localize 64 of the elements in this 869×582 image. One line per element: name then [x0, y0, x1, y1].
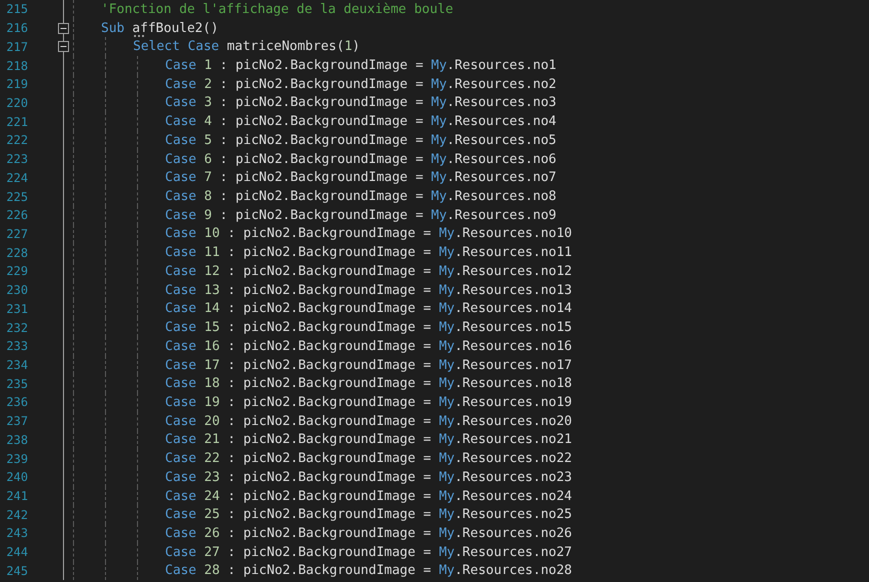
collapse-icon[interactable]: [58, 41, 69, 52]
code-line: Case 12 : picNo2.BackgroundImage = My.Resources.no12: [165, 264, 572, 278]
line-number: 217: [5, 40, 28, 53]
code-line: Case 28 : picNo2.BackgroundImage = My.Resources.no28: [165, 564, 572, 578]
code-line: Case 8 : picNo2.BackgroundImage = My.Resources.no8: [165, 190, 556, 204]
line-number: 227: [5, 228, 28, 240]
code-line: Case 10 : picNo2.BackgroundImage = My.Resources.no10: [165, 227, 572, 240]
code-line: Case 6 : picNo2.BackgroundImage = My.Resources.no6: [165, 152, 556, 166]
code-line: Case 21 : picNo2.BackgroundImage = My.Resources.no21: [165, 433, 572, 446]
code-line: Case 7 : picNo2.BackgroundImage = My.Resources.no7: [165, 171, 556, 184]
code-line: Case 19 : picNo2.BackgroundImage = My.Resources.no19: [165, 396, 572, 409]
line-number: 231: [5, 302, 28, 315]
line-number: 237: [5, 415, 28, 428]
line-number: 230: [5, 284, 28, 296]
line-number: 228: [5, 246, 28, 259]
code-line: Case 11 : picNo2.BackgroundImage = My.Resources.no11: [165, 246, 572, 260]
code-line: Case 17 : picNo2.BackgroundImage = My.Resources.no17: [165, 358, 572, 372]
collapse-icon[interactable]: [58, 22, 69, 34]
line-number: 218: [5, 60, 28, 72]
code-line: Case 2 : picNo2.BackgroundImage = My.Resources.no2: [165, 78, 556, 91]
line-number: 245: [5, 564, 28, 577]
line-number: 243: [5, 527, 28, 540]
code-line: Case 22 : picNo2.BackgroundImage = My.Resources.no22: [165, 452, 572, 466]
line-number: 222: [5, 134, 28, 146]
code-line: Case 5 : picNo2.BackgroundImage = My.Resources.no5: [165, 134, 556, 147]
line-number: 244: [5, 546, 28, 558]
line-number: 240: [5, 471, 28, 484]
code-line: Case 1 : picNo2.BackgroundImage = My.Resources.no1: [165, 59, 556, 72]
line-number: 215: [5, 3, 28, 16]
line-number: 239: [5, 452, 28, 465]
line-number: 216: [5, 22, 28, 34]
line-number: 235: [5, 378, 28, 390]
code-line: Case 25 : picNo2.BackgroundImage = My.Resources.no25: [165, 508, 572, 522]
code-line: Case 27 : picNo2.BackgroundImage = My.Resources.no27: [165, 546, 572, 559]
code-line: Case 9 : picNo2.BackgroundImage = My.Resources.no9: [165, 208, 556, 222]
line-number: 234: [5, 359, 28, 372]
code-line: Select Case matriceNombres(1): [133, 40, 360, 54]
code-line: Case 4 : picNo2.BackgroundImage = My.Resources.no4: [165, 115, 556, 128]
line-number: 223: [5, 153, 28, 166]
line-number: 219: [5, 78, 28, 90]
code-line: Case 15 : picNo2.BackgroundImage = My.Resources.no15: [165, 321, 572, 334]
code-line: Case 20 : picNo2.BackgroundImage = My.Resources.no20: [165, 414, 572, 428]
code-comment: 'Fonction de l'affichage de la deuxième boule: [101, 2, 454, 16]
line-number: 224: [5, 172, 28, 184]
line-number: 241: [5, 490, 28, 502]
code-line: Case 23 : picNo2.BackgroundImage = My.Resources.no23: [165, 470, 572, 484]
line-number: 236: [5, 396, 28, 408]
code-line: Case 18 : picNo2.BackgroundImage = My.Resources.no18: [165, 377, 572, 390]
line-number: 220: [5, 96, 28, 109]
line-number: 226: [5, 209, 28, 222]
code-line: Case 14 : picNo2.BackgroundImage = My.Resources.no14: [165, 302, 572, 316]
line-number: 238: [5, 434, 28, 446]
line-number: 232: [5, 322, 28, 334]
code-line: Case 3 : picNo2.BackgroundImage = My.Resources.no3: [165, 96, 556, 110]
code-line: Sub affBoule2(): [101, 22, 218, 35]
line-number: 233: [5, 340, 28, 352]
line-number: 225: [5, 190, 28, 203]
line-number: 221: [5, 116, 28, 128]
line-number: 229: [5, 265, 28, 278]
code-line: Case 16 : picNo2.BackgroundImage = My.Resources.no16: [165, 340, 572, 353]
code-line: Case 13 : picNo2.BackgroundImage = My.Resources.no13: [165, 284, 572, 297]
code-line: Case 24 : picNo2.BackgroundImage = My.Resources.no24: [165, 490, 572, 503]
line-number: 242: [5, 508, 28, 521]
code-line: Case 26 : picNo2.BackgroundImage = My.Resources.no26: [165, 526, 572, 540]
